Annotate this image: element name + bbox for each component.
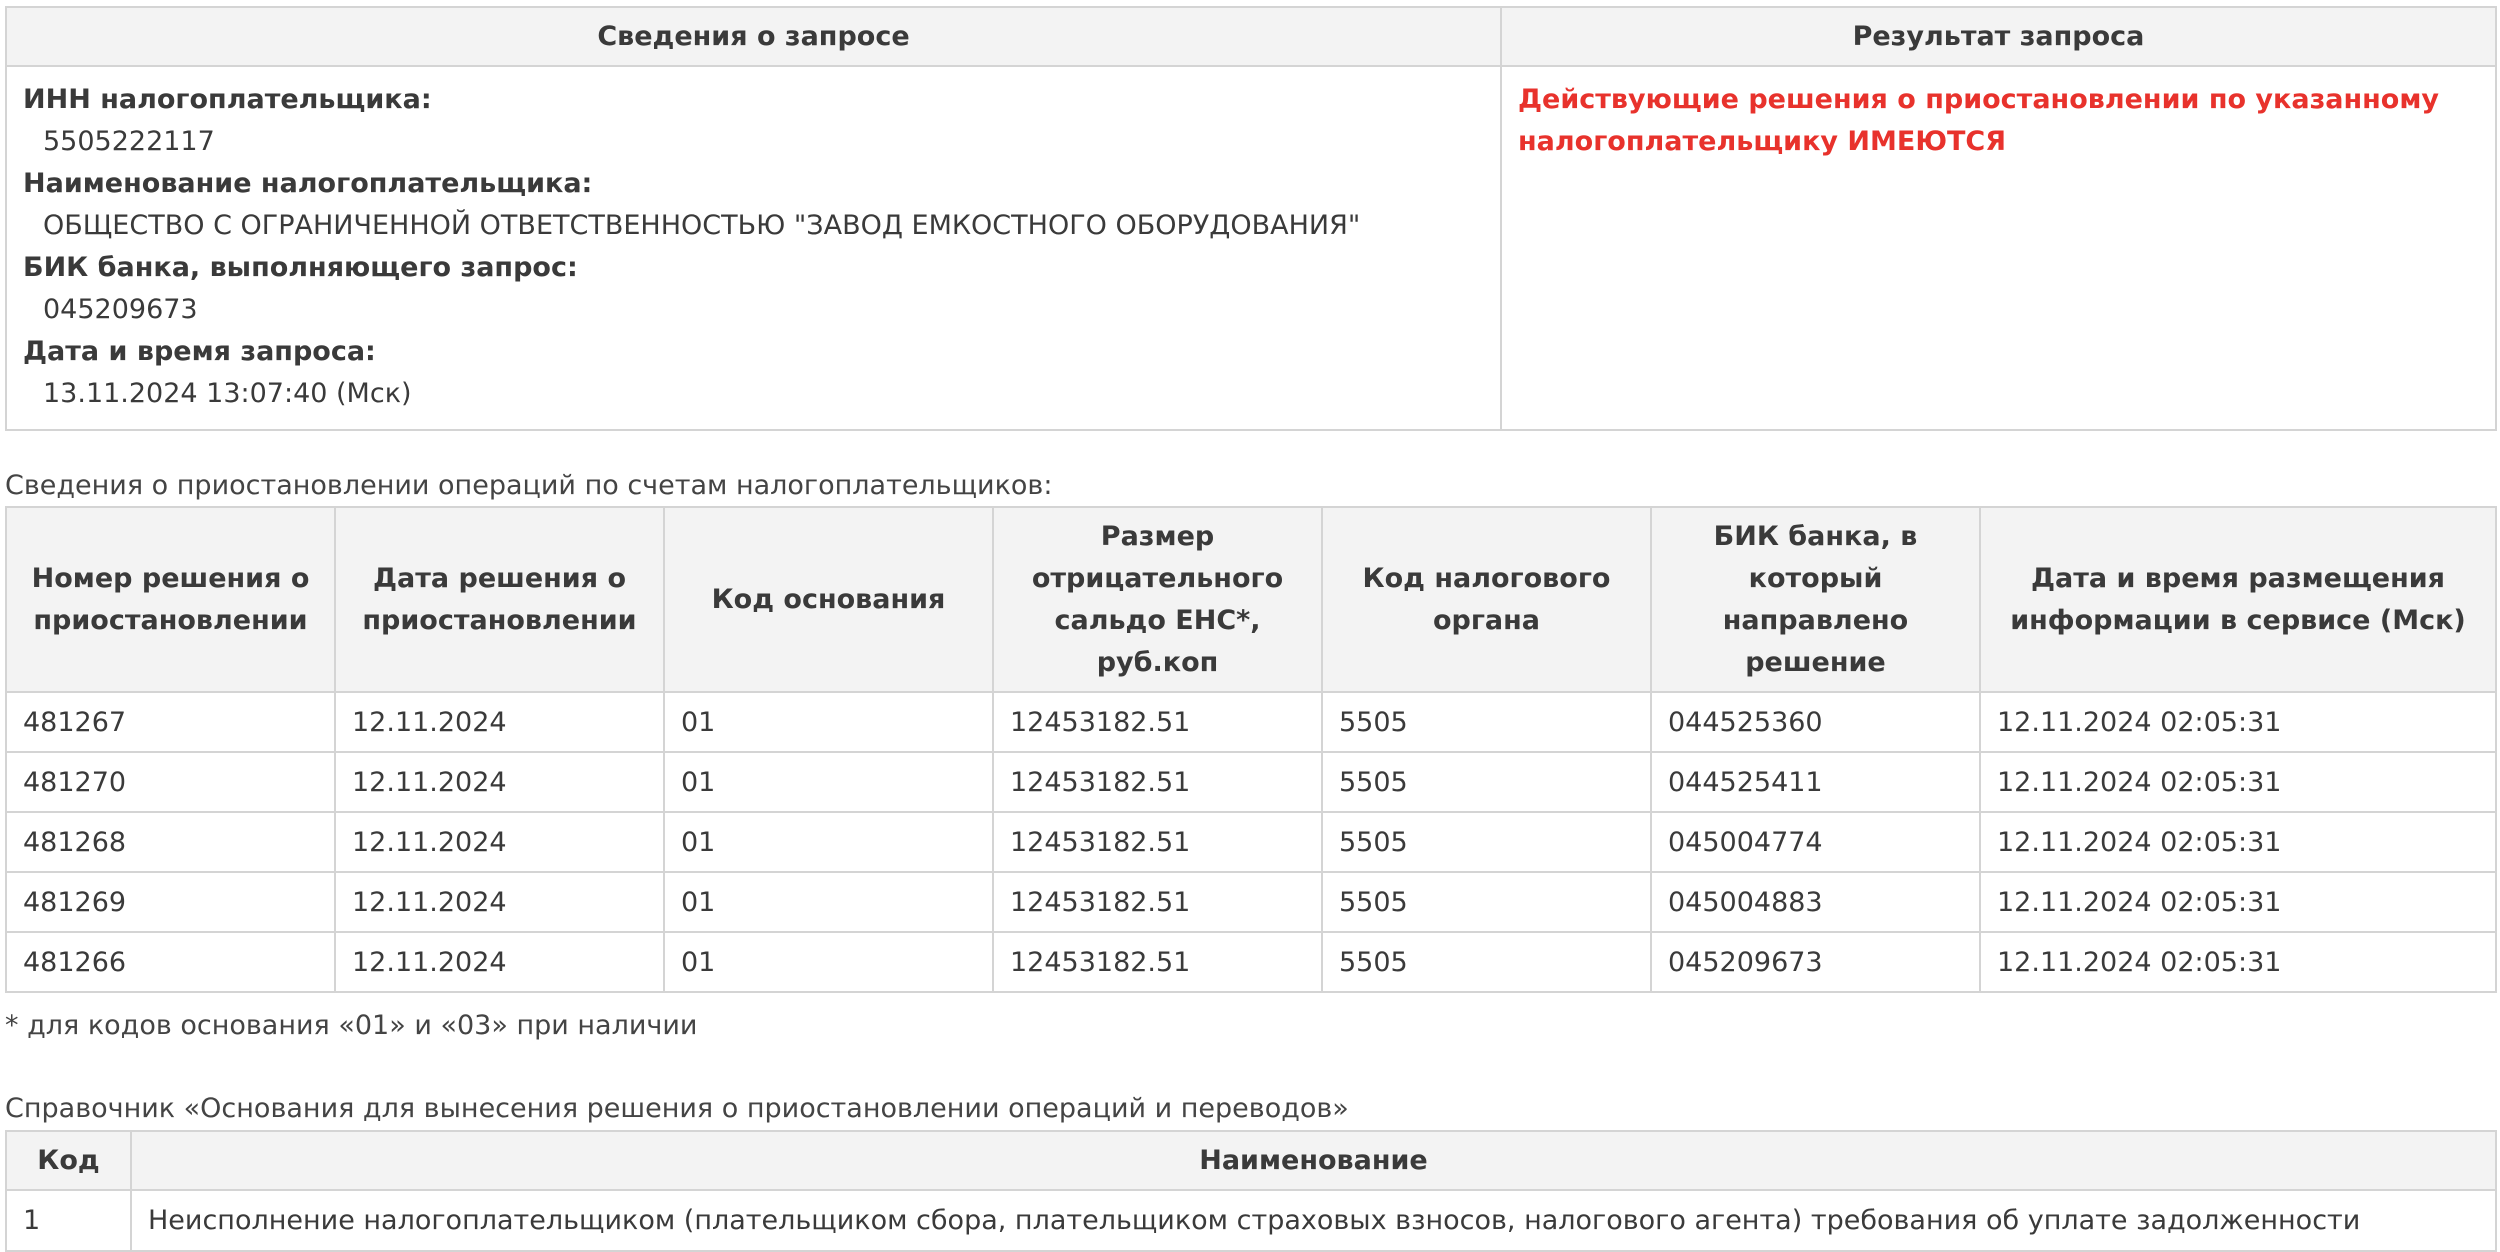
decision-date-cell: 12.11.2024 bbox=[334, 811, 665, 873]
posted-datetime-cell: 12.11.2024 02:05:31 bbox=[1979, 871, 2497, 933]
decision-date-cell: 12.11.2024 bbox=[334, 931, 665, 993]
target-bank-bik-cell: 044525360 bbox=[1650, 691, 1981, 753]
decision-date-cell: 12.11.2024 bbox=[334, 871, 665, 933]
basis-code-cell: 01 bbox=[663, 931, 994, 993]
posted-datetime-cell: 12.11.2024 02:05:31 bbox=[1979, 691, 2497, 753]
request-result-header: Результат запроса bbox=[1500, 6, 2497, 67]
table-row: 481268 12.11.2024 01 12453182.51 5505 04… bbox=[5, 811, 2497, 873]
column-header-decision-date: Дата решения о приостановлении bbox=[334, 506, 665, 693]
request-result-text: Действующие решения о приостановлении по… bbox=[1518, 84, 2440, 157]
column-header-negative-balance: Размер отрицательного сальдо ЕНС*, руб.к… bbox=[992, 506, 1323, 693]
request-info-header: Сведения о запросе bbox=[5, 6, 1502, 67]
reference-code-cell: 1 bbox=[5, 1189, 132, 1252]
target-bank-bik-cell: 045004883 bbox=[1650, 871, 1981, 933]
request-result-cell: Действующие решения о приостановлении по… bbox=[1500, 65, 2497, 431]
column-header-name: Наименование bbox=[130, 1130, 2497, 1191]
column-header-code: Код bbox=[5, 1130, 132, 1191]
decision-date-cell: 12.11.2024 bbox=[334, 751, 665, 813]
suspensions-header-row: Номер решения о приостановлении Дата реш… bbox=[5, 506, 2497, 693]
request-datetime-label: Дата и время запроса: bbox=[23, 336, 376, 367]
inn-label: ИНН налогоплательщика: bbox=[23, 84, 432, 115]
tax-authority-code-cell: 5505 bbox=[1321, 811, 1652, 873]
reference-caption: Справочник «Основания для вынесения реше… bbox=[5, 1093, 1349, 1124]
request-info-details: ИНН налогоплательщика: 5505222117 Наимен… bbox=[5, 65, 1502, 431]
column-header-target-bank-bik: БИК банка, в который направлено решение bbox=[1650, 506, 1981, 693]
tax-authority-code-cell: 5505 bbox=[1321, 871, 1652, 933]
inn-value: 5505222117 bbox=[43, 126, 215, 157]
target-bank-bik-cell: 045004774 bbox=[1650, 811, 1981, 873]
column-header-posted-datetime: Дата и время размещения информации в сер… bbox=[1979, 506, 2497, 693]
tax-authority-code-cell: 5505 bbox=[1321, 931, 1652, 993]
tax-authority-code-cell: 5505 bbox=[1321, 691, 1652, 753]
column-header-basis-code: Код основания bbox=[663, 506, 994, 693]
negative-balance-cell: 12453182.51 bbox=[992, 751, 1323, 813]
decision-number-cell: 481267 bbox=[5, 691, 336, 753]
table-row: 481269 12.11.2024 01 12453182.51 5505 04… bbox=[5, 871, 2497, 933]
negative-balance-cell: 12453182.51 bbox=[992, 931, 1323, 993]
decision-number-cell: 481266 bbox=[5, 931, 336, 993]
request-info-body-row: ИНН налогоплательщика: 5505222117 Наимен… bbox=[5, 65, 2497, 431]
posted-datetime-cell: 12.11.2024 02:05:31 bbox=[1979, 751, 2497, 813]
decision-number-cell: 481269 bbox=[5, 871, 336, 933]
suspensions-caption: Сведения о приостановлении операций по с… bbox=[5, 470, 1053, 501]
decision-date-cell: 12.11.2024 bbox=[334, 691, 665, 753]
basis-code-cell: 01 bbox=[663, 871, 994, 933]
negative-balance-cell: 12453182.51 bbox=[992, 811, 1323, 873]
request-info-header-row: Сведения о запросе Результат запроса bbox=[5, 6, 2497, 67]
request-datetime-value: 13.11.2024 13:07:40 (Мск) bbox=[43, 378, 412, 409]
target-bank-bik-cell: 045209673 bbox=[1650, 931, 1981, 993]
bank-bik-value: 045209673 bbox=[43, 294, 198, 325]
request-info-table: Сведения о запросе Результат запроса ИНН… bbox=[5, 6, 2497, 431]
bank-bik-label: БИК банка, выполняющего запрос: bbox=[23, 252, 578, 283]
negative-balance-cell: 12453182.51 bbox=[992, 871, 1323, 933]
posted-datetime-cell: 12.11.2024 02:05:31 bbox=[1979, 811, 2497, 873]
tax-authority-code-cell: 5505 bbox=[1321, 751, 1652, 813]
decision-number-cell: 481270 bbox=[5, 751, 336, 813]
column-header-tax-authority-code: Код налогового органа bbox=[1321, 506, 1652, 693]
suspensions-table: Номер решения о приостановлении Дата реш… bbox=[5, 506, 2497, 993]
table-row: 481266 12.11.2024 01 12453182.51 5505 04… bbox=[5, 931, 2497, 993]
basis-code-cell: 01 bbox=[663, 751, 994, 813]
negative-balance-cell: 12453182.51 bbox=[992, 691, 1323, 753]
suspensions-footnote: * для кодов основания «01» и «03» при на… bbox=[5, 1010, 698, 1041]
column-header-decision-number: Номер решения о приостановлении bbox=[5, 506, 336, 693]
taxpayer-name-value: ОБЩЕСТВО С ОГРАНИЧЕННОЙ ОТВЕТСТВЕННОСТЬЮ… bbox=[43, 210, 1361, 241]
reference-header-row: Код Наименование bbox=[5, 1130, 2497, 1191]
basis-code-cell: 01 bbox=[663, 691, 994, 753]
target-bank-bik-cell: 044525411 bbox=[1650, 751, 1981, 813]
reference-table: Код Наименование 1 Неисполнение налогопл… bbox=[5, 1130, 2497, 1252]
table-row: 481270 12.11.2024 01 12453182.51 5505 04… bbox=[5, 751, 2497, 813]
basis-code-cell: 01 bbox=[663, 811, 994, 873]
reference-name-cell: Неисполнение налогоплательщиком (платель… bbox=[130, 1189, 2497, 1252]
decision-number-cell: 481268 bbox=[5, 811, 336, 873]
taxpayer-name-label: Наименование налогоплательщика: bbox=[23, 168, 593, 199]
table-row: 481267 12.11.2024 01 12453182.51 5505 04… bbox=[5, 691, 2497, 753]
posted-datetime-cell: 12.11.2024 02:05:31 bbox=[1979, 931, 2497, 993]
table-row: 1 Неисполнение налогоплательщиком (плате… bbox=[5, 1189, 2497, 1252]
